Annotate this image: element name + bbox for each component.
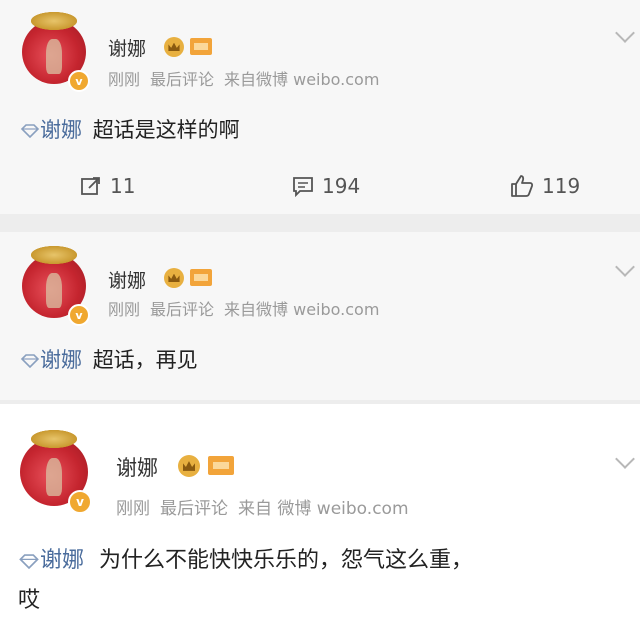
crown-icon (164, 37, 184, 57)
gem-icon (20, 354, 40, 368)
post-content-line-2: 哎 (18, 588, 41, 613)
level-badge-icon (190, 269, 212, 286)
comment-button[interactable]: 194 (292, 166, 360, 206)
gift-bow-decoration (31, 246, 77, 264)
crown-icon (178, 455, 200, 477)
post-source[interactable]: 来自 微博 weibo.com (238, 499, 409, 519)
post-meta: 刚刚 最后评论 来自微博 weibo.com (108, 66, 389, 90)
author-name[interactable]: 谢娜 (108, 266, 146, 293)
post-content: 谢娜 为什么不能快快乐乐的，怨气这么重， (18, 542, 473, 574)
post-time: 刚刚 (108, 70, 141, 89)
v-badge-icon: v (68, 70, 90, 92)
avatar[interactable]: v (20, 430, 92, 514)
v-badge-icon: v (68, 490, 92, 514)
post-text: 超话，再见 (92, 348, 198, 372)
avatar-figure (46, 273, 62, 309)
avatar-figure (45, 458, 63, 496)
thumbs-up-icon (511, 175, 534, 197)
action-bar: 11 194 119 (0, 166, 640, 206)
mention-name: 谢娜 (40, 348, 82, 372)
v-badge-icon: v (68, 304, 90, 326)
last-comment-label: 最后评论 (150, 70, 215, 89)
post-meta: 刚刚 最后评论 来自微博 weibo.com (108, 296, 389, 320)
post-source[interactable]: 来自微博 weibo.com (224, 70, 379, 89)
post-card-3: v 谢娜 刚刚 最后评论 来自 微博 weibo.com 谢娜 为什么不能快快乐乐的… (0, 404, 640, 618)
gift-bow-decoration (31, 430, 77, 448)
post-card-1: v 谢娜 刚刚 最后评论 来自微博 weibo.com 谢娜 超话是这样的啊 11 … (0, 0, 640, 214)
mention-name: 谢娜 (40, 548, 85, 573)
mention-link[interactable]: 谢娜 (18, 548, 91, 573)
comment-icon (293, 177, 313, 197)
chevron-down-icon[interactable] (615, 449, 635, 469)
avatar[interactable]: v (22, 12, 90, 92)
chevron-down-icon[interactable] (615, 257, 635, 277)
mention-link[interactable]: 谢娜 (20, 348, 89, 372)
repost-icon (81, 177, 100, 195)
avatar[interactable]: v (22, 246, 90, 326)
post-text: 超话是这样的啊 (92, 118, 240, 142)
crown-icon (164, 268, 184, 288)
post-source[interactable]: 来自微博 weibo.com (224, 300, 379, 319)
mention-link[interactable]: 谢娜 (20, 118, 89, 142)
author-name[interactable]: 谢娜 (108, 34, 146, 61)
post-time: 刚刚 (108, 300, 141, 319)
like-button[interactable]: 119 (510, 166, 580, 206)
post-text: 为什么不能快快乐乐的，怨气这么重， (99, 548, 474, 573)
chevron-down-icon[interactable] (615, 23, 635, 43)
gift-bow-decoration (31, 12, 77, 30)
comment-count: 194 (322, 174, 361, 198)
post-content: 谢娜 超话，再见 (20, 344, 198, 374)
level-badge-icon (190, 38, 212, 55)
repost-count: 11 (110, 174, 136, 198)
mention-name: 谢娜 (40, 118, 82, 142)
gem-icon (19, 553, 39, 569)
level-badge-icon (208, 456, 234, 475)
post-content: 谢娜 超话是这样的啊 (20, 114, 240, 144)
like-count: 119 (542, 174, 581, 198)
avatar-figure (46, 39, 62, 75)
repost-button[interactable]: 11 (80, 166, 135, 206)
author-name[interactable]: 谢娜 (116, 452, 158, 482)
last-comment-label: 最后评论 (150, 300, 215, 319)
gem-icon (20, 124, 40, 138)
last-comment-label: 最后评论 (160, 499, 228, 519)
post-time: 刚刚 (116, 499, 150, 519)
post-card-2: v 谢娜 刚刚 最后评论 来自微博 weibo.com 谢娜 超话，再见 (0, 232, 640, 400)
post-meta: 刚刚 最后评论 来自 微博 weibo.com (116, 494, 419, 519)
